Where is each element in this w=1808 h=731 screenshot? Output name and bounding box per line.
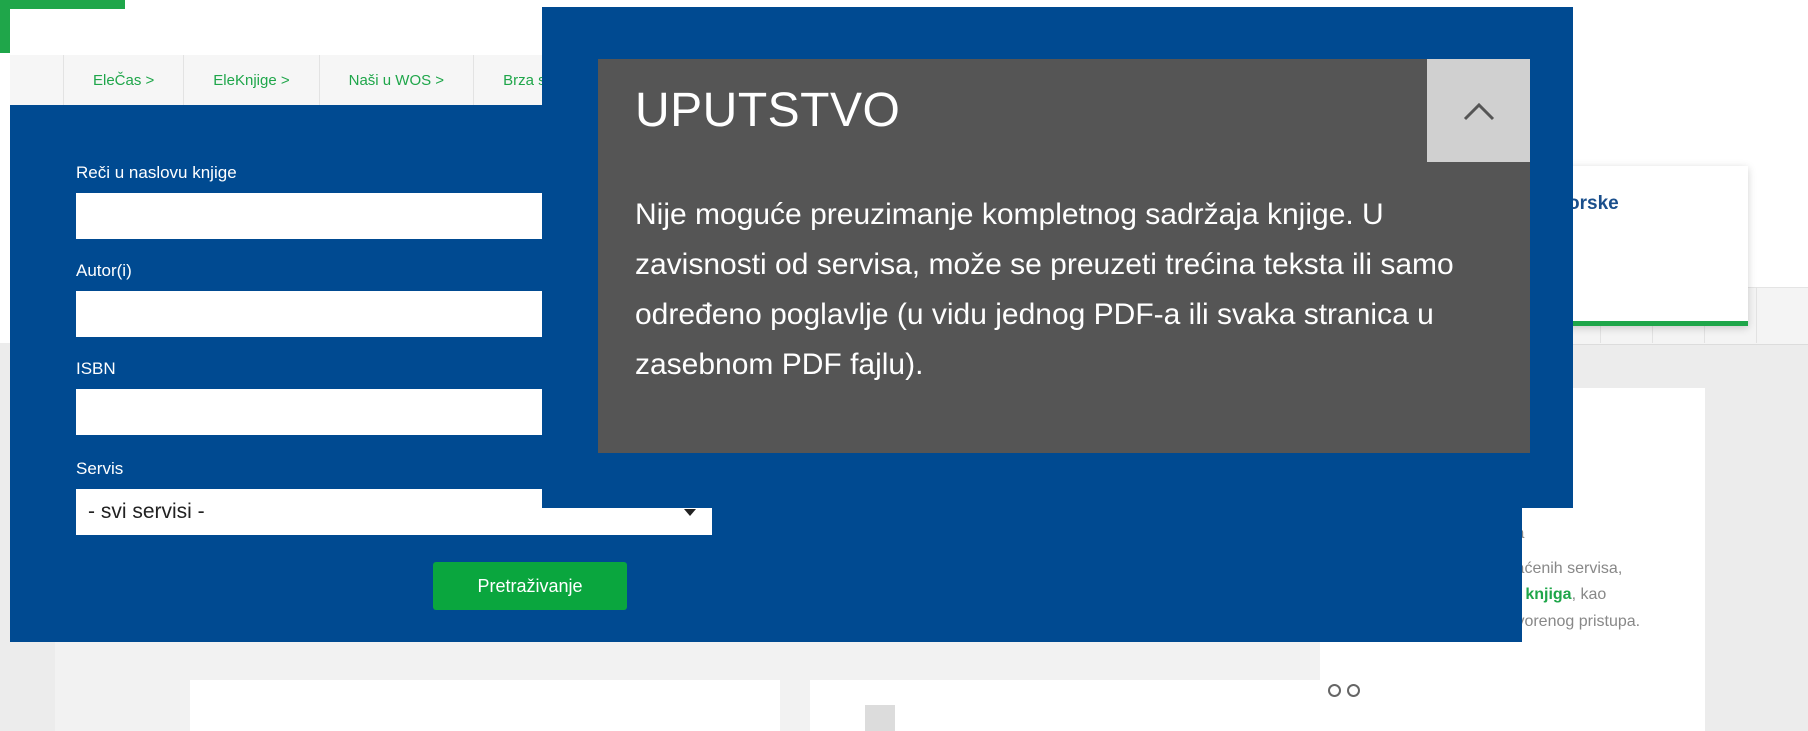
content-card	[190, 680, 780, 731]
author-label: Autor(i)	[76, 261, 132, 280]
service-label: Servis	[76, 459, 124, 478]
modal-body-text: Nije moguće preuzimanje kompletnog sadrž…	[635, 198, 1454, 381]
info-card-label: orske	[1568, 193, 1619, 214]
logo-corner	[0, 0, 125, 9]
carousel-dots	[1328, 684, 1360, 697]
title-label: Reči u naslovu knjige	[76, 163, 237, 182]
chevron-down-icon	[684, 508, 696, 516]
nav-item-nasi-u-wos[interactable]: Naši u WOS >	[320, 55, 475, 105]
carousel-dot[interactable]	[1328, 684, 1341, 697]
service-select-value: - svi servisi -	[88, 500, 205, 523]
service-text-line: 0 knjiga, kao	[1512, 586, 1606, 604]
top-navbar: EleČas > EleKnjige > Naši u WOS > Brza s	[10, 55, 630, 108]
nav-item-elecas[interactable]: EleČas >	[63, 55, 185, 105]
service-text-line: laćenih servisa,	[1512, 560, 1623, 577]
nav-item-eleknjige[interactable]: EleKnjige >	[184, 55, 320, 105]
search-button[interactable]: Pretraživanje	[433, 562, 627, 610]
service-text-suffix: , kao	[1571, 586, 1607, 603]
logo-corner-edge	[0, 9, 10, 53]
carousel-dot[interactable]	[1347, 684, 1360, 697]
chevron-up-icon	[1463, 102, 1494, 120]
modal-title: UPUTSTVO	[635, 84, 901, 137]
collapse-button[interactable]	[1427, 59, 1530, 162]
service-text-line: tvorenog pristupa.	[1512, 613, 1641, 630]
content-divider	[865, 705, 895, 731]
isbn-label: ISBN	[76, 359, 116, 378]
